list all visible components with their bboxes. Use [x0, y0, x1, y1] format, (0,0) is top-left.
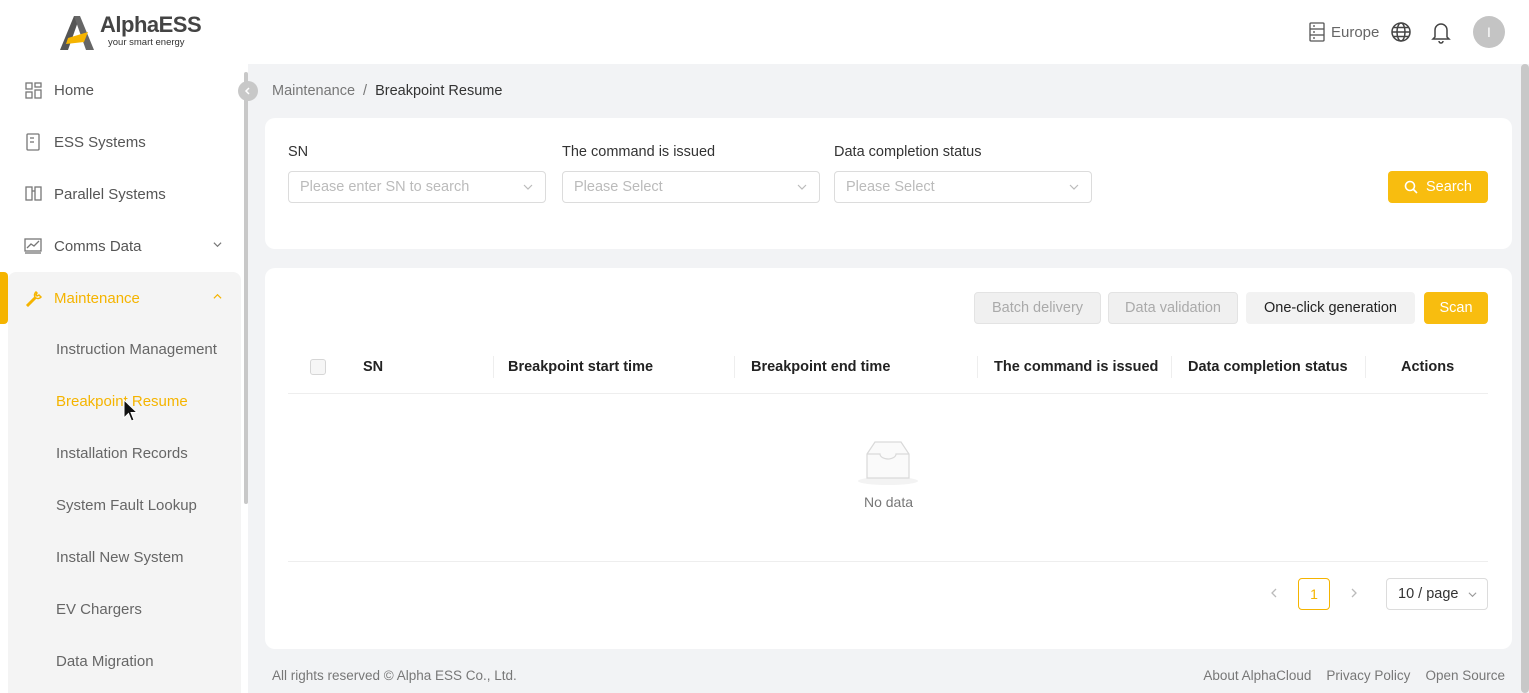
- breadcrumb-separator: /: [363, 83, 368, 99]
- sn-search-input[interactable]: Please enter SN to search: [288, 171, 546, 203]
- chevron-down-icon: [797, 184, 807, 190]
- sidebar-item-maintenance[interactable]: Maintenance: [0, 276, 240, 320]
- page-number-current[interactable]: 1: [1298, 578, 1330, 610]
- collapse-sidebar-button[interactable]: [238, 81, 258, 101]
- search-button[interactable]: Search: [1388, 171, 1488, 203]
- chevron-down-icon: [213, 242, 222, 248]
- sidebar: AlphaESS your smart energy Home ESS Syst…: [0, 0, 248, 693]
- previous-page-icon[interactable]: [1266, 585, 1282, 601]
- completion-status-select[interactable]: Please Select: [834, 171, 1092, 203]
- filter-panel: SN Please enter SN to search The command…: [265, 118, 1512, 249]
- sidebar-item-label: ESS Systems: [54, 133, 146, 151]
- bell-icon[interactable]: [1430, 20, 1452, 44]
- column-header-start-time: Breakpoint start time: [508, 359, 654, 375]
- submenu-ev-chargers[interactable]: EV Chargers: [56, 601, 226, 618]
- column-header-command-issued: The command is issued: [994, 359, 1159, 375]
- footer-link-about[interactable]: About AlphaCloud: [1203, 668, 1311, 683]
- page-size-select[interactable]: 10 / page: [1386, 578, 1488, 610]
- submenu-installation-records[interactable]: Installation Records: [56, 445, 226, 462]
- submenu-breakpoint-resume[interactable]: Breakpoint Resume: [56, 393, 226, 410]
- footer-links: About AlphaCloud Privacy Policy Open Sou…: [1203, 668, 1505, 683]
- table-divider: [288, 561, 1488, 562]
- column-header-completion-status: Data completion status: [1188, 359, 1348, 375]
- parallel-icon: [24, 185, 42, 203]
- battery-icon: [24, 133, 42, 151]
- batch-delivery-button[interactable]: Batch delivery: [974, 292, 1101, 324]
- command-issued-label: The command is issued: [562, 144, 716, 160]
- submenu-instruction-management[interactable]: Instruction Management: [56, 341, 226, 358]
- page-scrollbar[interactable]: [1521, 64, 1529, 693]
- search-icon: [1404, 180, 1418, 194]
- wrench-icon: [24, 289, 42, 307]
- footer-copyright: All rights reserved © Alpha ESS Co., Ltd…: [272, 668, 517, 683]
- column-divider: [1171, 356, 1172, 378]
- empty-state-text: No data: [863, 494, 914, 510]
- command-issued-select[interactable]: Please Select: [562, 171, 820, 203]
- footer-link-privacy[interactable]: Privacy Policy: [1326, 668, 1410, 683]
- brand-logo[interactable]: AlphaESS your smart energy: [58, 12, 202, 52]
- chevron-down-icon: [1468, 592, 1477, 598]
- results-panel: Batch delivery Data validation One-click…: [265, 268, 1512, 649]
- sidebar-item-comms-data[interactable]: Comms Data: [0, 224, 240, 268]
- sidebar-item-label: Maintenance: [54, 289, 140, 307]
- next-page-icon[interactable]: [1346, 585, 1362, 601]
- brand-tagline: your smart energy: [108, 37, 185, 48]
- footer-link-open-source[interactable]: Open Source: [1425, 668, 1505, 683]
- data-validation-button[interactable]: Data validation: [1108, 292, 1238, 324]
- sidebar-item-label: Comms Data: [54, 237, 142, 255]
- sidebar-item-label: Parallel Systems: [54, 185, 166, 203]
- sn-placeholder: Please enter SN to search: [300, 179, 470, 195]
- select-all-checkbox[interactable]: [310, 359, 326, 375]
- server-icon: [1309, 22, 1325, 42]
- column-divider: [1365, 356, 1366, 378]
- chevron-left-icon: [244, 87, 250, 95]
- page-size-value: 10 / page: [1398, 586, 1459, 602]
- brand-name: AlphaESS: [100, 12, 202, 37]
- sn-label: SN: [288, 144, 309, 160]
- column-header-end-time: Breakpoint end time: [751, 359, 891, 375]
- submenu-data-migration[interactable]: Data Migration: [56, 653, 226, 670]
- empty-inbox-icon: [858, 441, 918, 485]
- user-avatar[interactable]: I: [1473, 16, 1505, 48]
- region-selector[interactable]: Europe: [1308, 22, 1379, 42]
- search-button-label: Search: [1426, 179, 1472, 195]
- completion-placeholder: Please Select: [846, 179, 935, 195]
- globe-icon[interactable]: [1390, 21, 1412, 43]
- chevron-up-icon: [213, 293, 222, 299]
- one-click-generation-button[interactable]: One-click generation: [1246, 292, 1415, 324]
- completion-status-label: Data completion status: [834, 144, 982, 160]
- sidebar-item-parallel-systems[interactable]: Parallel Systems: [0, 172, 240, 216]
- column-divider: [734, 356, 735, 378]
- alphaess-logo-icon: [60, 16, 94, 50]
- column-header-actions: Actions: [1401, 359, 1455, 375]
- chart-icon: [24, 237, 42, 255]
- top-bar: Europe I: [248, 0, 1529, 64]
- chevron-down-icon: [1069, 184, 1079, 190]
- sidebar-item-home[interactable]: Home: [0, 68, 240, 112]
- table-header: SN Breakpoint start time Breakpoint end …: [288, 340, 1488, 394]
- dashboard-icon: [24, 81, 42, 99]
- breadcrumb: Maintenance / Breakpoint Resume: [272, 83, 502, 99]
- maintenance-submenu: [8, 272, 241, 693]
- breadcrumb-current: Breakpoint Resume: [375, 83, 503, 99]
- region-label: Europe: [1331, 23, 1380, 41]
- column-divider: [977, 356, 978, 378]
- chevron-down-icon: [523, 184, 533, 190]
- mouse-pointer-icon: [123, 399, 139, 422]
- sidebar-item-ess-systems[interactable]: ESS Systems: [0, 120, 240, 164]
- scan-button[interactable]: Scan: [1424, 292, 1488, 324]
- breadcrumb-parent[interactable]: Maintenance: [272, 83, 355, 99]
- column-header-sn: SN: [363, 359, 384, 375]
- sidebar-scrollbar[interactable]: [244, 72, 248, 504]
- submenu-system-fault-lookup[interactable]: System Fault Lookup: [56, 497, 226, 514]
- sidebar-item-label: Home: [54, 81, 95, 99]
- command-placeholder: Please Select: [574, 179, 663, 195]
- submenu-install-new-system[interactable]: Install New System: [56, 549, 226, 566]
- column-divider: [493, 356, 494, 378]
